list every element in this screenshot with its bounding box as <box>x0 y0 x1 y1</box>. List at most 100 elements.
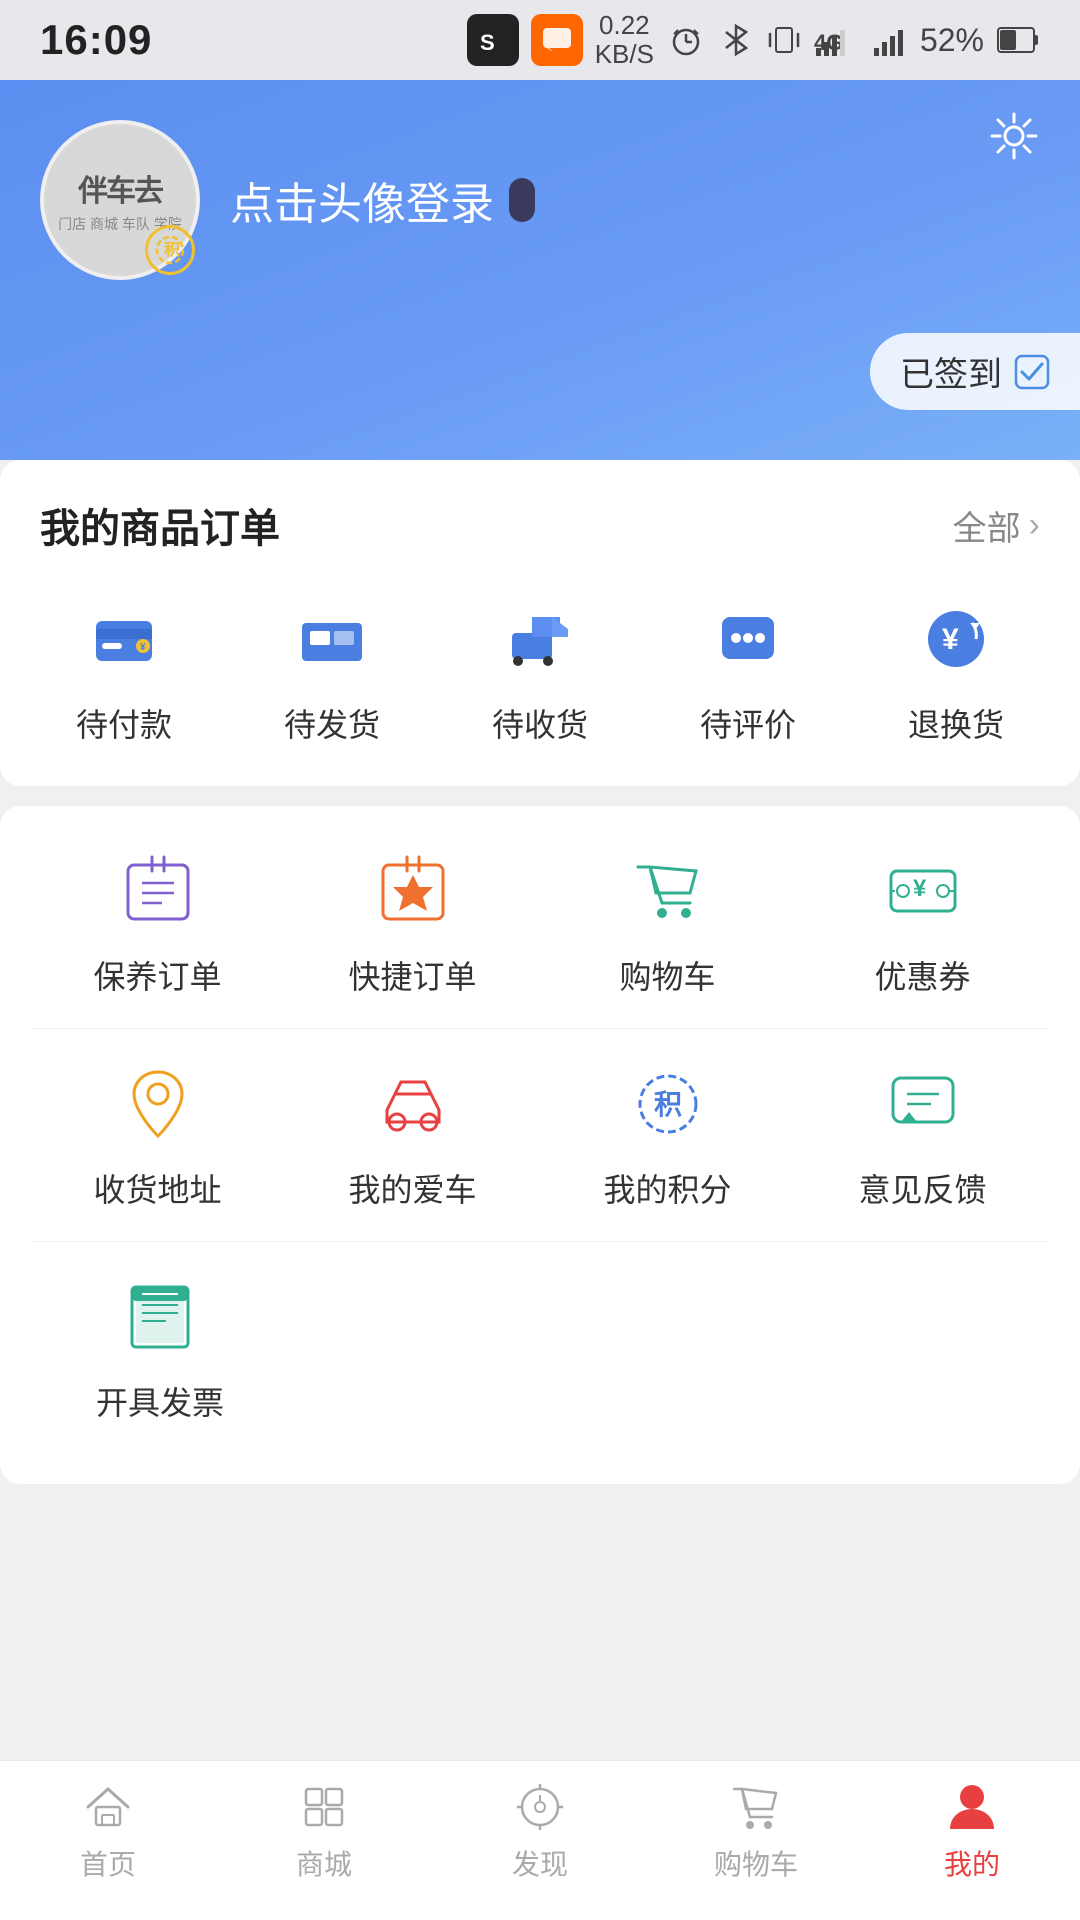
mall-nav-icon <box>296 1779 352 1835</box>
vibrate-icon <box>766 20 802 60</box>
order-icons-row: ¥ 待付款 待发货 <box>0 574 1080 786</box>
points-label: 我的积分 <box>603 1165 731 1211</box>
settings-button[interactable] <box>988 110 1040 162</box>
svg-text:积: 积 <box>654 1089 682 1120</box>
cart-icon <box>623 846 713 936</box>
points-icon: 积 <box>623 1059 713 1149</box>
mine-nav-icon <box>944 1779 1000 1835</box>
discover-nav-icon <box>512 1779 568 1835</box>
check-icon <box>1014 354 1050 390</box>
bluetooth-icon <box>718 20 754 60</box>
cart-label: 购物车 <box>619 952 715 998</box>
quick-order-icon <box>368 846 458 936</box>
status-bar: 16:09 S 0.22KB/S <box>0 0 1080 80</box>
order-section-header: 我的商品订单 全部 › <box>0 460 1080 574</box>
chevron-right-icon: › <box>1029 506 1040 545</box>
battery-percent: 52% <box>920 22 984 59</box>
return-icon: ¥ <box>911 594 1001 684</box>
services-row-3: 开具发票 <box>0 1242 1080 1454</box>
alarm-icon <box>666 20 706 60</box>
chat-app-icon <box>531 14 583 66</box>
signed-label: 已签到 <box>900 347 1002 396</box>
my-car-label: 我的爱车 <box>348 1165 476 1211</box>
nav-item-home[interactable]: 首页 <box>28 1779 188 1883</box>
service-item-quick-order[interactable]: 快捷订单 <box>313 846 513 998</box>
order-item-pending-review[interactable]: 待评价 <box>668 594 828 746</box>
invoice-icon <box>115 1272 205 1362</box>
address-label: 收货地址 <box>93 1165 221 1211</box>
order-more-label: 全部 <box>953 501 1021 550</box>
avatar[interactable]: 伴车去 门店 商城 车队 学院 积 <box>40 120 200 280</box>
svg-text:S: S <box>480 30 495 55</box>
nav-label-home: 首页 <box>80 1843 136 1883</box>
pending-review-icon <box>703 594 793 684</box>
order-item-pending-ship[interactable]: 待发货 <box>252 594 412 746</box>
order-section-title: 我的商品订单 <box>40 496 280 554</box>
pending-receive-label: 待收货 <box>492 700 588 746</box>
service-item-address[interactable]: 收货地址 <box>58 1059 258 1211</box>
nav-item-mine[interactable]: 我的 <box>892 1779 1052 1883</box>
coupon-icon: ¥ <box>878 846 968 936</box>
soul-app-icon: S <box>467 14 519 66</box>
pending-receive-icon <box>495 594 585 684</box>
feedback-icon <box>878 1059 968 1149</box>
invoice-label: 开具发票 <box>96 1378 224 1424</box>
network-speed: 0.22KB/S <box>595 11 654 68</box>
feedback-label: 意见反馈 <box>858 1165 986 1211</box>
address-icon <box>113 1059 203 1149</box>
service-item-feedback[interactable]: 意见反馈 <box>823 1059 1023 1211</box>
bottom-nav: 首页 商城 发现 购物车 <box>0 1760 1080 1920</box>
pending-review-label: 待评价 <box>700 700 796 746</box>
signal-4g-left-icon: 4G <box>814 20 860 60</box>
pending-ship-icon <box>287 594 377 684</box>
service-item-my-car[interactable]: 我的爱车 <box>313 1059 513 1211</box>
status-notification-icons: S 0.22KB/S 4G <box>467 11 1040 68</box>
services-row-1: 保养订单 快捷订单 <box>0 836 1080 1028</box>
points-badge: 积 <box>145 225 195 275</box>
main-content: 我的商品订单 全部 › ¥ 待付款 <box>0 460 1080 1684</box>
order-item-pending-pay[interactable]: ¥ 待付款 <box>44 594 204 746</box>
maintenance-label: 保养订单 <box>93 952 221 998</box>
header-area: 伴车去 门店 商城 车队 学院 积 点击头像登录 已签到 <box>0 80 1080 460</box>
login-text[interactable]: 点击头像登录 <box>230 168 535 232</box>
order-section: 我的商品订单 全部 › ¥ 待付款 <box>0 460 1080 786</box>
avatar-logo-line1: 伴车去 <box>58 166 182 210</box>
coupon-label: 优惠券 <box>874 952 970 998</box>
nav-label-mine: 我的 <box>944 1843 1000 1883</box>
my-car-icon <box>368 1059 458 1149</box>
nav-label-cart: 购物车 <box>714 1843 798 1883</box>
home-nav-icon <box>80 1779 136 1835</box>
pending-ship-label: 待发货 <box>284 700 380 746</box>
service-item-cart[interactable]: 购物车 <box>568 846 768 998</box>
login-label: 点击头像登录 <box>230 168 494 232</box>
service-item-maintenance[interactable]: 保养订单 <box>58 846 258 998</box>
services-row-2: 收货地址 我的爱车 <box>0 1029 1080 1241</box>
svg-text:¥: ¥ <box>140 642 146 653</box>
signed-badge[interactable]: 已签到 <box>870 333 1080 410</box>
pending-pay-label: 待付款 <box>76 700 172 746</box>
return-label: 退换货 <box>908 700 1004 746</box>
order-item-pending-receive[interactable]: 待收货 <box>460 594 620 746</box>
profile-row[interactable]: 伴车去 门店 商城 车队 学院 积 点击头像登录 <box>40 120 1040 280</box>
nav-item-discover[interactable]: 发现 <box>460 1779 620 1883</box>
nav-label-discover: 发现 <box>512 1843 568 1883</box>
signal-4g-right-icon <box>872 20 908 60</box>
svg-text:¥: ¥ <box>942 623 959 656</box>
service-item-points[interactable]: 积 我的积分 <box>568 1059 768 1211</box>
nav-item-shopping-cart[interactable]: 购物车 <box>676 1779 836 1883</box>
svg-text:¥: ¥ <box>913 875 927 902</box>
maintenance-icon <box>113 846 203 936</box>
svg-text:积: 积 <box>164 241 180 259</box>
services-section: 保养订单 快捷订单 <box>0 806 1080 1484</box>
pending-pay-icon: ¥ <box>79 594 169 684</box>
order-more-button[interactable]: 全部 › <box>953 501 1040 550</box>
cart-nav-icon <box>728 1779 784 1835</box>
nav-label-mall: 商城 <box>296 1843 352 1883</box>
order-item-return[interactable]: ¥ 退换货 <box>876 594 1036 746</box>
service-item-invoice[interactable]: 开具发票 <box>60 1272 260 1424</box>
service-item-coupon[interactable]: ¥ 优惠券 <box>823 846 1023 998</box>
quick-order-label: 快捷订单 <box>348 952 476 998</box>
nav-item-mall[interactable]: 商城 <box>244 1779 404 1883</box>
status-time: 16:09 <box>40 16 152 64</box>
dot-indicator <box>509 178 535 222</box>
